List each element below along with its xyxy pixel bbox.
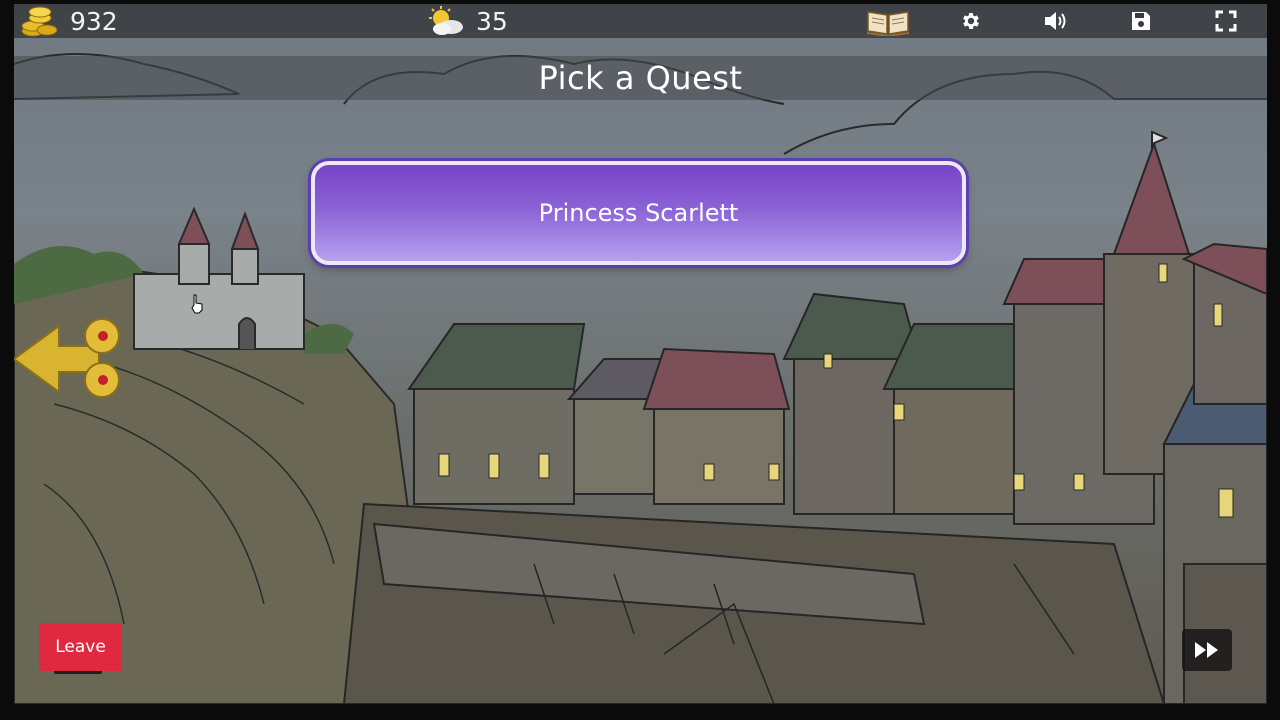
gear-icon [963,13,979,29]
sun-cloud-icon [429,6,463,35]
title-banner: Pick a Quest [14,56,1267,100]
hand-cursor-icon [191,294,203,314]
page-title: Pick a Quest [538,59,743,97]
gold-amount: 932 [70,6,118,36]
quest-option-label: Princess Scarlett [538,199,739,227]
gold-coins-icon [21,6,58,37]
open-book-icon [866,11,910,36]
day-counter: 35 [426,4,508,38]
game-viewport: 932 35 Pick a Quest Princess Scarlett Le… [14,4,1267,704]
fast-forward-button[interactable] [1182,629,1232,671]
quest-option-button[interactable]: Princess Scarlett [311,161,966,265]
leave-button[interactable]: Leave [39,623,122,671]
top-hud: 932 35 [14,4,1267,38]
sound-button[interactable] [1034,4,1078,38]
back-arrow-button[interactable] [14,314,129,404]
town-background [14,53,1267,704]
speaker-icon [1045,12,1066,30]
settings-button[interactable] [949,4,993,38]
journal-button[interactable] [864,4,912,38]
gold-arrow-left-icon [14,318,120,398]
fullscreen-button[interactable] [1204,4,1248,38]
gold-counter: 932 [20,4,118,38]
day-number: 35 [476,6,508,36]
fullscreen-icon [1215,10,1237,32]
save-button[interactable] [1119,4,1163,38]
fast-forward-icon [1195,642,1218,658]
floppy-disk-icon [1132,12,1150,30]
